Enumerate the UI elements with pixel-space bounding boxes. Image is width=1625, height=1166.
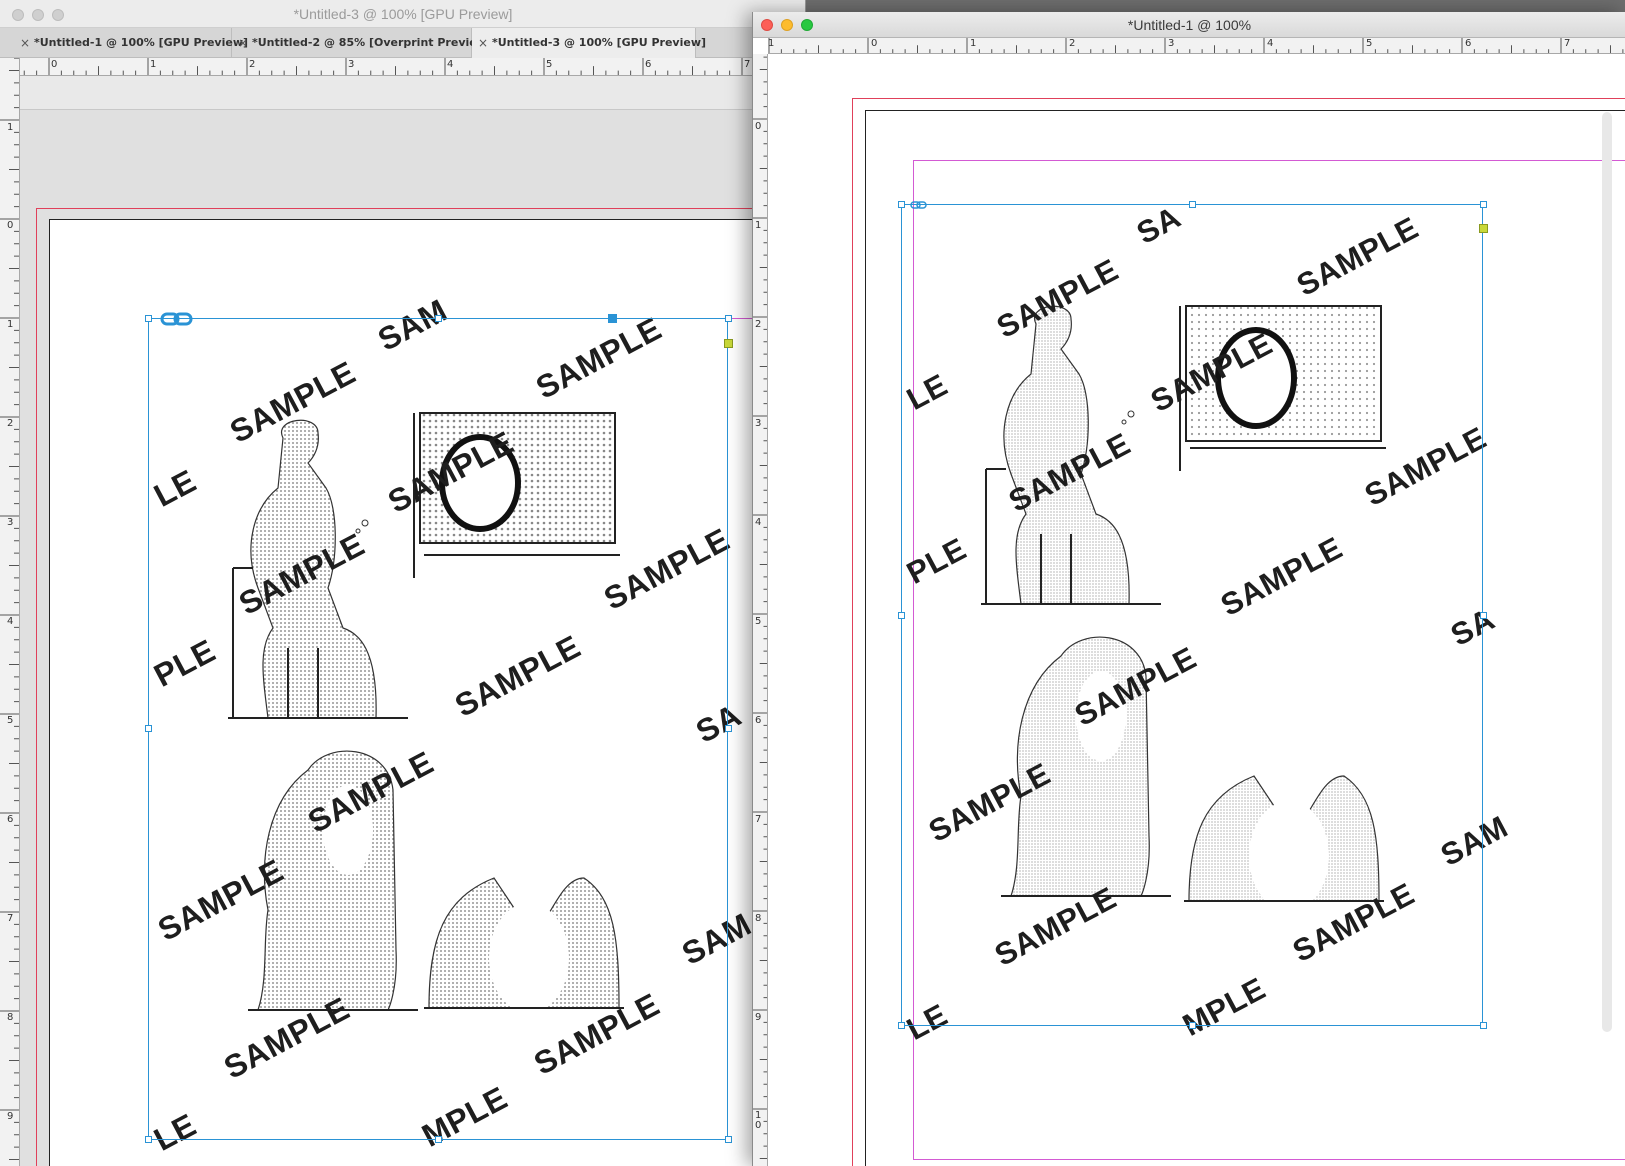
ruler-label: 0 [7,220,14,231]
ruler-label: 5 [7,715,14,726]
ruler-label: 4 [447,59,454,70]
ruler-label: 1 0 [755,1110,762,1131]
ruler-label: 6 [755,715,762,726]
selected-image-frame[interactable] [901,204,1483,1026]
ruler-label: 1 [7,319,14,330]
resize-handle[interactable] [1480,201,1487,208]
corner-options-handle[interactable] [1479,224,1488,233]
resize-handle[interactable] [725,315,732,322]
resize-handle[interactable] [145,725,152,732]
ruler-label: 0 [755,121,762,132]
resize-handle[interactable] [145,1136,152,1143]
resize-handle[interactable] [1480,1022,1487,1029]
ruler-label: 7 [7,913,14,924]
document-tab-bar: × *Untitled-1 @ 100% [GPU Preview] × *Un… [0,28,805,58]
ruler-label: 9 [755,1012,762,1023]
corner-options-handle[interactable] [724,339,733,348]
ruler-label: 3 [348,59,355,70]
resize-handle[interactable] [725,725,732,732]
selected-image-frame[interactable] [148,318,728,1140]
ruler-label: 1 [150,59,157,70]
ruler-ticks [768,38,1624,53]
close-icon[interactable]: × [238,28,248,58]
ruler-label: 7 [755,814,762,825]
horizontal-ruler[interactable]: 1 0 1 2 3 4 5 6 7 [768,38,1625,54]
ruler-label: 6 [645,59,652,70]
close-icon[interactable]: × [478,28,488,58]
ruler-label: 1 [7,122,14,133]
ruler-label: 5 [1366,38,1373,49]
vertical-ruler[interactable]: 1 0 1 2 3 4 5 6 7 8 9 [0,58,20,1166]
ruler-label: 9 [7,1111,14,1122]
resize-handle[interactable] [898,1022,905,1029]
resize-handle[interactable] [725,1136,732,1143]
ruler-label: 7 [744,59,751,70]
ruler-label: 2 [7,418,14,429]
tab-label: *Untitled-1 @ 100% [GPU Preview] [34,36,249,49]
ruler-label: 0 [51,59,58,70]
ruler-label: 3 [755,418,762,429]
resize-handle[interactable] [898,201,905,208]
ruler-label: 0 [871,38,878,49]
link-icon[interactable] [160,312,193,326]
ruler-label: 3 [7,517,14,528]
tab-untitled-3[interactable]: × *Untitled-3 @ 100% [GPU Preview] [472,28,706,58]
resize-handle[interactable] [1189,201,1196,208]
resize-handle[interactable] [1480,612,1487,619]
resize-handle[interactable] [1189,1022,1196,1029]
scrollbar-vertical[interactable] [1602,112,1612,1032]
ruler-label: 4 [755,517,762,528]
resize-handle[interactable] [435,315,442,322]
title-bar[interactable]: *Untitled-1 @ 100% [753,12,1625,38]
link-icon[interactable] [910,201,928,209]
horizontal-ruler[interactable]: 0 1 2 3 4 5 6 7 [20,58,805,76]
ruler-label: 1 [970,38,977,49]
ruler-label: 2 [755,319,762,330]
ruler-label: 8 [7,1012,14,1023]
ruler-ticks [23,58,805,75]
content-grabber[interactable] [608,314,617,323]
ruler-label: 3 [1168,38,1175,49]
tab-label: *Untitled-2 @ 85% [Overprint Preview] [252,36,492,49]
tab-untitled-2[interactable]: × *Untitled-2 @ 85% [Overprint Preview] [232,28,492,58]
ruler-label: 8 [755,913,762,924]
ruler-label: 1 [755,220,762,231]
pasteboard-strip [20,76,805,110]
ruler-label: 2 [1069,38,1076,49]
ruler-label: 7 [1564,38,1571,49]
resize-handle[interactable] [145,315,152,322]
ruler-label: 6 [7,814,14,825]
document-window-untitled-3[interactable]: *Untitled-3 @ 100% [GPU Preview] × *Unti… [0,0,806,1166]
window-title: *Untitled-3 @ 100% [GPU Preview] [293,6,513,22]
tab-label: *Untitled-3 @ 100% [GPU Preview] [492,36,707,49]
window-title: *Untitled-1 @ 100% [1127,17,1252,33]
resize-handle[interactable] [898,612,905,619]
title-bar[interactable]: *Untitled-3 @ 100% [GPU Preview] [0,0,805,28]
ruler-label: 5 [755,616,762,627]
ruler-label: 4 [7,616,14,627]
ruler-label: 5 [546,59,553,70]
close-icon[interactable]: × [20,28,30,58]
ruler-label: 2 [249,59,256,70]
ruler-label: 1 [768,38,775,49]
ruler-label: 4 [1267,38,1274,49]
document-window-untitled-1[interactable]: *Untitled-1 @ 100% 1 0 1 2 3 4 5 6 7 0 1… [752,12,1625,1166]
vertical-ruler[interactable]: 0 1 2 3 4 5 6 7 8 9 1 0 [753,54,768,1166]
tab-untitled-1[interactable]: × *Untitled-1 @ 100% [GPU Preview] [14,28,248,58]
ruler-label: 6 [1465,38,1472,49]
resize-handle[interactable] [435,1136,442,1143]
